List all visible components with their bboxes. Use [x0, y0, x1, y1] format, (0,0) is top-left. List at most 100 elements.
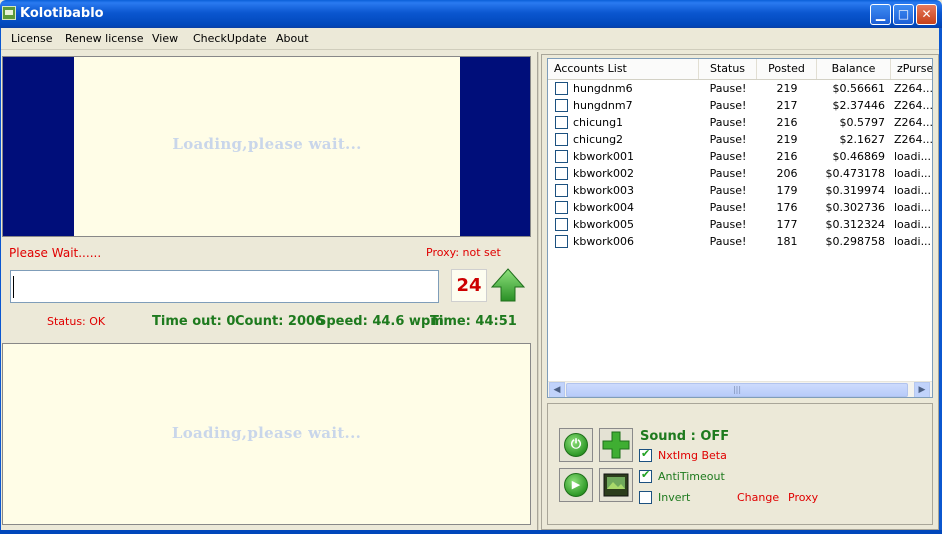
menu-bar: License Renew license View CheckUpdate A… [0, 28, 942, 50]
timeout-stat: Time out: 0 [152, 314, 236, 329]
header-status[interactable]: Status [699, 59, 757, 79]
captcha-preview-panel: Loading,please wait... [2, 343, 531, 525]
close-button[interactable]: ✕ [916, 4, 937, 25]
cell-zpurse: Z264... [894, 82, 933, 95]
cell-zpurse: loadi... [894, 201, 932, 214]
countdown-counter: 24 [451, 269, 487, 302]
nxtimg-label[interactable]: NxtImg Beta [658, 449, 727, 462]
cell-balance: $0.302736 [825, 201, 886, 214]
cell-status: Pause! [709, 201, 747, 214]
table-row[interactable]: kbwork006 Pause! 181 $0.298758 loadi... [548, 233, 932, 250]
table-row[interactable]: kbwork005 Pause! 177 $0.312324 loadi... [548, 216, 932, 233]
scroll-left-button[interactable]: ◀ [549, 382, 565, 397]
image-button[interactable] [599, 468, 633, 502]
nxtimg-checkbox[interactable] [639, 447, 652, 462]
cell-status: Pause! [709, 150, 747, 163]
splitter[interactable] [537, 52, 539, 530]
proxy-status: Proxy: not set [426, 246, 501, 259]
captcha-answer-input[interactable] [10, 270, 439, 303]
cell-status: Pause! [709, 116, 747, 129]
antitimeout-label[interactable]: AntiTimeout [658, 470, 725, 483]
scroll-right-button[interactable]: ▶ [914, 382, 930, 397]
cell-balance: $2.1627 [839, 133, 886, 146]
table-row[interactable]: hungdnm6 Pause! 219 $0.56661 Z264... [548, 80, 933, 97]
row-checkbox[interactable] [555, 184, 568, 197]
table-row[interactable]: kbwork001 Pause! 216 $0.46869 loadi... [548, 148, 932, 165]
cell-posted: 217 [776, 99, 798, 112]
row-checkbox[interactable] [555, 201, 568, 214]
maximize-button[interactable]: □ [893, 4, 914, 25]
window-border-bottom [0, 530, 942, 534]
horizontal-scrollbar[interactable]: ◀ ||| ▶ [548, 381, 932, 397]
cell-posted: 206 [776, 167, 798, 180]
cell-balance: $0.5797 [839, 116, 886, 129]
cell-zpurse: Z264... [894, 116, 933, 129]
cell-posted: 216 [776, 116, 798, 129]
menu-view[interactable]: View [152, 32, 178, 45]
invert-label[interactable]: Invert [658, 491, 690, 504]
cell-name: chicung2 [573, 133, 624, 146]
cell-status: Pause! [709, 82, 747, 95]
power-button[interactable]: ⏻ [559, 428, 593, 462]
status-text: Status: OK [47, 315, 106, 328]
cell-zpurse: loadi... [894, 235, 932, 248]
header-accounts-list[interactable]: Accounts List [548, 59, 699, 79]
submit-arrow-icon[interactable] [490, 267, 526, 303]
row-checkbox[interactable] [555, 133, 568, 146]
picture-icon [603, 473, 629, 497]
cell-balance: $0.312324 [825, 218, 886, 231]
sound-status[interactable]: Sound : OFF [640, 429, 729, 444]
antitimeout-checkbox[interactable] [639, 468, 652, 483]
add-account-button[interactable] [599, 428, 633, 462]
row-checkbox[interactable] [555, 167, 568, 180]
loading-text-top: Loading,please wait... [172, 135, 362, 153]
cell-balance: $0.473178 [825, 167, 886, 180]
row-checkbox[interactable] [555, 150, 568, 163]
play-button[interactable]: ▶ [559, 468, 593, 502]
row-checkbox[interactable] [555, 116, 568, 129]
header-posted[interactable]: Posted [757, 59, 817, 79]
scroll-thumb[interactable]: ||| [566, 383, 908, 397]
header-balance[interactable]: Balance [817, 59, 891, 79]
row-checkbox[interactable] [555, 99, 568, 112]
app-window: Kolotibablo ▁ □ ✕ License Renew license … [0, 0, 942, 534]
plus-icon [602, 431, 630, 459]
title-bar[interactable]: Kolotibablo ▁ □ ✕ [0, 0, 942, 28]
controls-panel [547, 403, 933, 525]
cell-balance: $0.319974 [825, 184, 886, 197]
table-row[interactable]: chicung1 Pause! 216 $0.5797 Z264... [548, 114, 933, 131]
proxy-link[interactable]: Proxy [788, 491, 818, 504]
speed-stat: Speed: 44.6 wpm [317, 314, 444, 329]
table-row[interactable]: kbwork002 Pause! 206 $0.473178 loadi... [548, 165, 932, 182]
time-stat: Time: 44:51 [430, 314, 517, 329]
row-checkbox[interactable] [555, 235, 568, 248]
app-icon [2, 6, 16, 20]
cell-name: hungdnm7 [573, 99, 633, 112]
cell-posted: 219 [776, 82, 798, 95]
minimize-button[interactable]: ▁ [870, 4, 891, 25]
cell-name: kbwork006 [573, 235, 634, 248]
table-row[interactable]: chicung2 Pause! 219 $2.1627 Z264... [548, 131, 932, 148]
table-row[interactable]: hungdnm7 Pause! 217 $2.37446 Z264... [548, 97, 932, 114]
menu-checkupdate[interactable]: CheckUpdate [193, 32, 267, 45]
cell-posted: 179 [776, 184, 798, 197]
cell-posted: 181 [776, 235, 798, 248]
cell-zpurse: loadi... [894, 184, 932, 197]
cell-name: kbwork005 [573, 218, 634, 231]
cell-status: Pause! [709, 218, 747, 231]
menu-license[interactable]: License [11, 32, 52, 45]
row-checkbox[interactable] [555, 82, 568, 95]
menu-renew-license[interactable]: Renew license [65, 32, 144, 45]
table-row[interactable]: kbwork003 Pause! 179 $0.319974 loadi... [548, 182, 932, 199]
table-row[interactable]: kbwork004 Pause! 176 $0.302736 loadi... [548, 199, 932, 216]
change-link[interactable]: Change [737, 491, 779, 504]
cell-posted: 177 [776, 218, 798, 231]
cell-balance: $0.298758 [825, 235, 886, 248]
header-zpurse[interactable]: zPurse [891, 59, 932, 79]
invert-checkbox[interactable] [639, 491, 652, 504]
row-checkbox[interactable] [555, 218, 568, 231]
menu-about[interactable]: About [276, 32, 309, 45]
cell-status: Pause! [709, 99, 747, 112]
cell-name: kbwork002 [573, 167, 634, 180]
cell-name: kbwork001 [573, 150, 634, 163]
